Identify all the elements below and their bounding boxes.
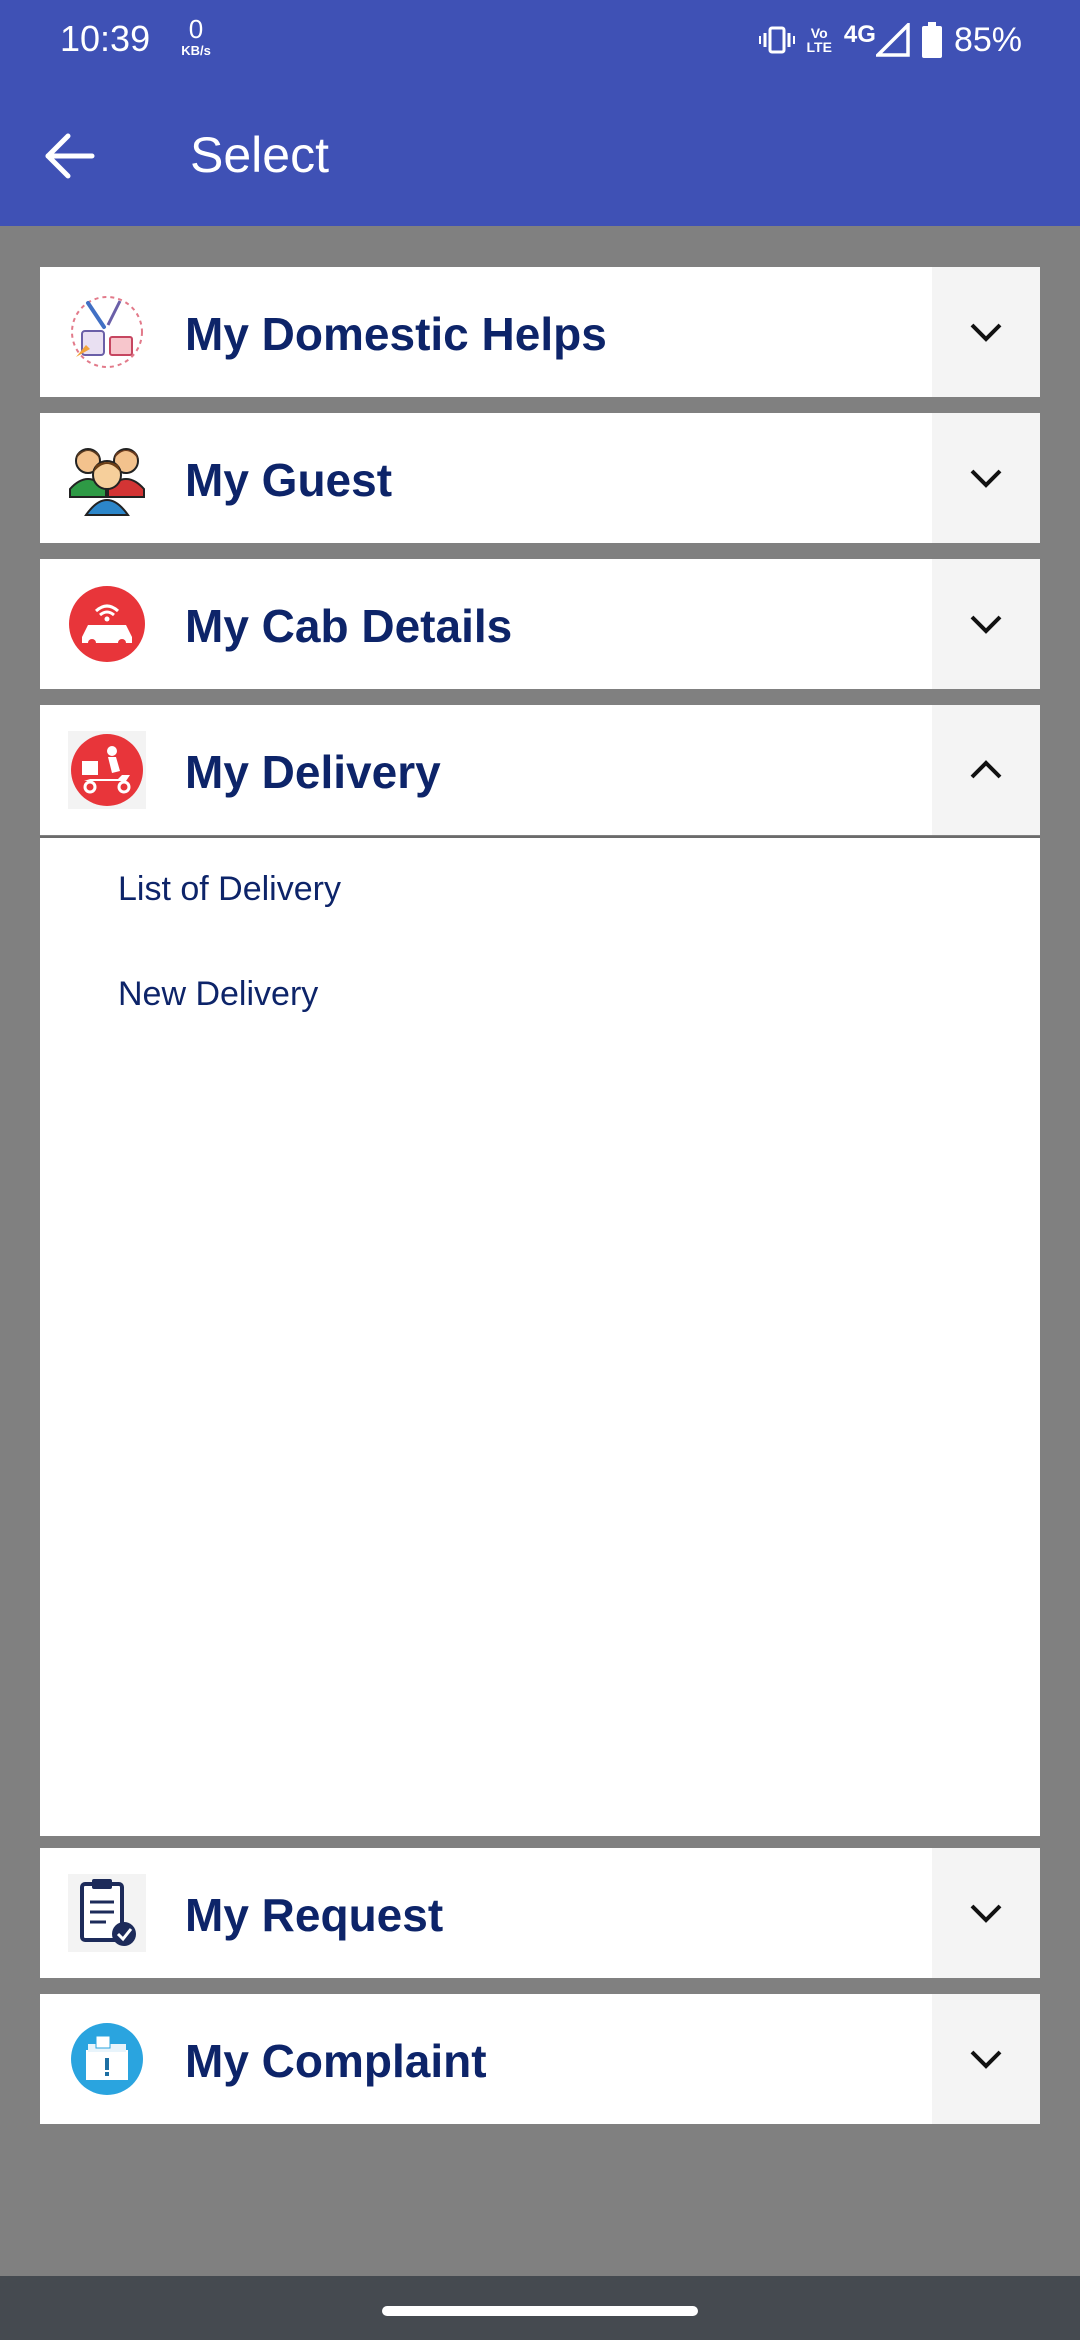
network-speed: 0 KB/s xyxy=(174,16,218,57)
cab-icon xyxy=(69,586,145,662)
status-bar: 10:39 0 KB/s Vo LTE 4G 85% xyxy=(0,0,1080,80)
clipboard-check-icon xyxy=(68,1874,146,1952)
expand-toggle[interactable] xyxy=(932,1994,1040,2124)
back-button[interactable] xyxy=(40,125,102,187)
status-time: 10:39 xyxy=(60,18,151,59)
chevron-down-icon xyxy=(970,1904,1002,1923)
section-title: My Domestic Helps xyxy=(185,308,607,360)
complaint-box-icon xyxy=(71,2023,143,2095)
delivery-submenu: List of Delivery New Delivery xyxy=(40,836,1040,1836)
expand-toggle[interactable] xyxy=(932,1848,1040,1978)
domestic-helps-icon xyxy=(71,296,143,368)
chevron-down-icon xyxy=(970,615,1002,634)
delivery-scooter-icon xyxy=(68,731,146,809)
arrow-left-icon xyxy=(45,133,95,179)
app-bar: Select xyxy=(0,80,1080,226)
volte-bottom: LTE xyxy=(806,39,832,55)
collapse-toggle[interactable] xyxy=(932,705,1040,835)
section-title: My Delivery xyxy=(185,746,441,798)
network-speed-unit: KB/s xyxy=(181,43,211,58)
section-my-complaint[interactable]: My Complaint xyxy=(40,1994,1040,2124)
section-title: My Cab Details xyxy=(185,600,513,652)
battery-percent: 85% xyxy=(953,20,1022,59)
section-my-request[interactable]: My Request xyxy=(40,1848,1040,1978)
page-title: Select xyxy=(190,127,329,183)
expand-toggle[interactable] xyxy=(932,267,1040,397)
section-my-delivery[interactable]: My Delivery xyxy=(40,705,1040,835)
vibrate-icon xyxy=(758,26,795,54)
section-title: My Guest xyxy=(185,454,393,506)
chevron-down-icon xyxy=(970,323,1002,342)
guest-people-icon xyxy=(69,448,145,516)
section-my-domestic-helps[interactable]: My Domestic Helps xyxy=(40,267,1040,397)
section-title: My Complaint xyxy=(185,2035,487,2087)
expand-toggle[interactable] xyxy=(932,559,1040,689)
menu-item-list-of-delivery[interactable]: List of Delivery xyxy=(118,870,341,909)
section-my-cab-details[interactable]: My Cab Details xyxy=(40,559,1040,689)
battery-icon xyxy=(921,22,942,58)
signal-icon xyxy=(875,23,910,57)
chevron-up-icon xyxy=(970,760,1002,779)
volte-icon: Vo LTE xyxy=(807,26,832,54)
chevron-down-icon xyxy=(970,469,1002,488)
section-my-guest[interactable]: My Guest xyxy=(40,413,1040,543)
chevron-down-icon xyxy=(970,2050,1002,2069)
network-speed-value: 0 xyxy=(188,14,204,44)
navigation-bar xyxy=(0,2276,1080,2340)
section-title: My Request xyxy=(185,1889,444,1941)
status-icons: Vo LTE 4G 85% xyxy=(747,16,1022,64)
expand-toggle[interactable] xyxy=(932,413,1040,543)
menu-item-new-delivery[interactable]: New Delivery xyxy=(118,975,318,1014)
network-type: 4G xyxy=(843,21,876,48)
home-gesture-handle[interactable] xyxy=(382,2306,698,2316)
